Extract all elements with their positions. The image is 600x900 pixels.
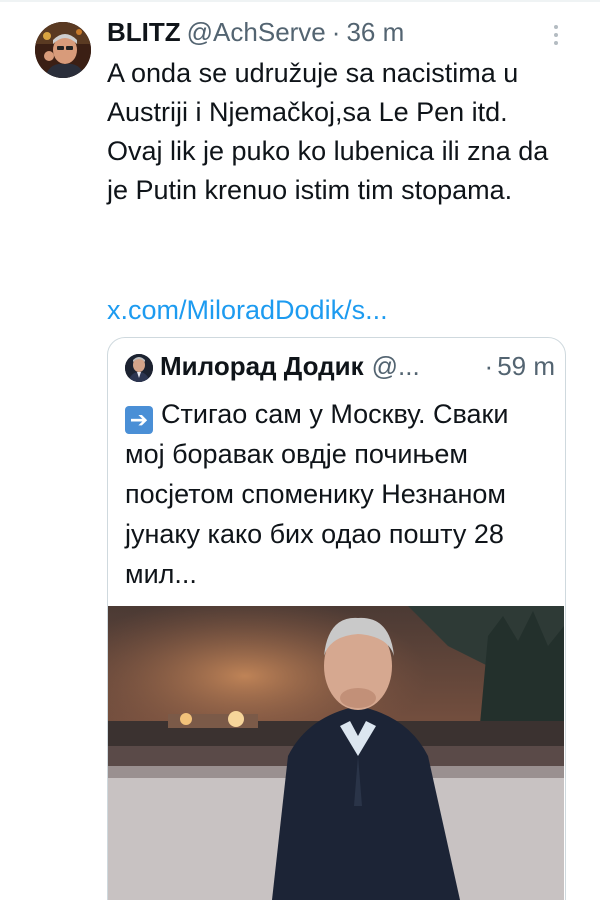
arrow-right-icon: ➔ (125, 406, 153, 434)
quoted-tweet-text: ➔ Стигао сам у Москву. Сваки мој боравак … (125, 394, 555, 594)
display-name[interactable]: BLITZ (107, 17, 181, 48)
tweet-link[interactable]: x.com/MiloradDodik/s... (107, 292, 567, 328)
user-handle[interactable]: @AchServe (187, 17, 326, 48)
video-thumbnail (108, 606, 564, 900)
quoted-avatar-image (125, 354, 153, 382)
tweet-text: A onda se udružuje sa nacistima u Austri… (107, 58, 549, 205)
quoted-separator-dot: · (484, 351, 494, 381)
more-dot (554, 41, 558, 45)
separator-dot: · (331, 17, 341, 47)
quoted-display-name[interactable]: Милорад Додик (160, 351, 364, 382)
quoted-header: Милорад Додик @... · 59 m (160, 351, 555, 383)
avatar[interactable] (35, 22, 91, 78)
timestamp[interactable]: 36 m (346, 17, 404, 48)
divider (0, 0, 600, 2)
quoted-timestamp[interactable]: 59 m (497, 351, 555, 382)
more-options-icon[interactable] (546, 22, 566, 48)
more-dot (554, 33, 558, 37)
quoted-text: Стигао сам у Москву. Сваки мој боравак о… (125, 399, 509, 589)
tweet-header: BLITZ @AchServe · 36 m (107, 17, 537, 49)
tweet[interactable]: BLITZ @AchServe · 36 m A onda se udružuj… (0, 0, 600, 900)
quoted-tweet[interactable]: Милорад Додик @... · 59 m ➔ Стигао сам у … (107, 337, 566, 900)
more-dot (554, 25, 558, 29)
quoted-user-handle[interactable]: @... (372, 351, 420, 382)
quoted-avatar[interactable] (125, 354, 153, 382)
avatar-image (35, 22, 91, 78)
quoted-media[interactable] (108, 606, 564, 900)
